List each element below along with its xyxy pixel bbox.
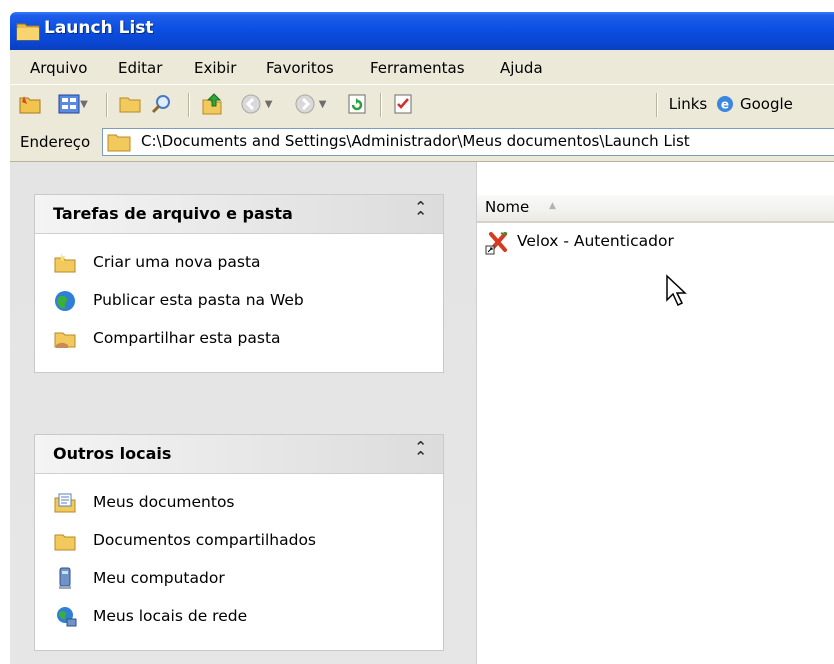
folder-icon [16, 23, 40, 41]
file-name: Velox - Autenticador [517, 232, 674, 250]
file-list[interactable]: Nome ▲ Velox - Autenticador [477, 162, 834, 664]
toolbar: ▼ ▼ ▼ Links e Google [10, 84, 834, 124]
chevron-down-icon: ▼ [315, 98, 327, 110]
forward-button[interactable]: ▼ [286, 92, 334, 116]
chevron-down-icon: ▼ [80, 98, 88, 110]
folder-icon [107, 134, 131, 152]
task-publish-web[interactable]: Publicar esta pasta na Web [35, 282, 443, 320]
menu-favoritos[interactable]: Favoritos [266, 59, 334, 77]
file-tasks-header[interactable]: Tarefas de arquivo e pasta ⌃ ⌃ [35, 195, 443, 234]
menu-editar[interactable]: Editar [118, 59, 162, 77]
address-path: C:\Documents and Settings\Administrador\… [141, 132, 690, 150]
column-label: Nome [485, 198, 530, 216]
toolbar-separator [380, 93, 382, 117]
chevron-down-icon: ▼ [261, 98, 273, 110]
google-text: Google [740, 95, 793, 113]
shared-folder-icon [54, 332, 76, 348]
documents-icon [54, 493, 76, 513]
links-text: Links [668, 95, 708, 113]
tasks-pane: Tarefas de arquivo e pasta ⌃ ⌃ Criar uma … [10, 162, 477, 664]
mouse-cursor-icon [666, 274, 687, 307]
shortcut-x-icon [485, 232, 508, 255]
new-folder-icon [54, 253, 76, 273]
toolbar-separator [656, 93, 658, 117]
other-places-header[interactable]: Outros locais ⌃ ⌃ [35, 435, 443, 474]
task-share-folder[interactable]: Compartilhar esta pasta [35, 320, 443, 358]
place-label: Documentos compartilhados [93, 531, 317, 549]
toolbar-separator [188, 93, 190, 117]
network-icon [57, 607, 77, 627]
task-new-folder[interactable]: Criar uma nova pasta [35, 244, 443, 282]
menu-bar: Arquivo Editar Exibir Favoritos Ferramen… [10, 50, 834, 85]
back-button[interactable]: ▼ [232, 92, 280, 116]
checklist-icon[interactable] [390, 92, 416, 116]
views-button[interactable]: ▼ [54, 92, 92, 116]
menu-arquivo[interactable]: Arquivo [30, 59, 87, 77]
column-header-name[interactable]: Nome ▲ [477, 195, 834, 223]
collapse-icon[interactable]: ⌃ ⌃ [414, 200, 427, 225]
links-label[interactable]: Links [666, 92, 710, 116]
menu-exibir[interactable]: Exibir [194, 59, 236, 77]
task-label: Criar uma nova pasta [93, 253, 261, 271]
place-my-computer[interactable]: Meu computador [35, 560, 443, 598]
collapse-icon[interactable]: ⌃ ⌃ [414, 440, 427, 465]
folder-options-icon[interactable] [16, 92, 44, 116]
up-folder-icon[interactable] [198, 92, 226, 116]
internet-explorer-icon: e [717, 96, 733, 112]
task-label: Compartilhar esta pasta [93, 329, 281, 347]
address-bar: Endereço C:\Documents and Settings\Admin… [10, 123, 834, 162]
title-bar[interactable]: Launch List [10, 12, 834, 50]
refresh-icon[interactable] [344, 92, 370, 116]
svg-text:e: e [721, 98, 729, 112]
place-label: Meus documentos [93, 493, 235, 511]
place-network[interactable]: Meus locais de rede [35, 598, 443, 636]
task-label: Publicar esta pasta na Web [93, 291, 304, 309]
window-title: Launch List [44, 18, 154, 38]
content-area: Tarefas de arquivo e pasta ⌃ ⌃ Criar uma … [10, 162, 834, 664]
panel-title: Outros locais [53, 444, 172, 463]
computer-icon [59, 567, 71, 589]
sort-up-icon: ▲ [549, 201, 556, 211]
place-my-documents[interactable]: Meus documentos [35, 484, 443, 522]
explorer-window: Launch List Arquivo Editar Exibir Favori… [10, 12, 834, 664]
toolbar-separator [106, 93, 108, 117]
address-label: Endereço [20, 133, 91, 151]
google-link[interactable]: e Google [714, 92, 814, 116]
place-label: Meus locais de rede [93, 607, 248, 625]
file-item[interactable]: Velox - Autenticador [485, 228, 745, 256]
menu-ajuda[interactable]: Ajuda [500, 59, 543, 77]
search-icon[interactable] [148, 92, 176, 116]
menu-ferramentas[interactable]: Ferramentas [370, 59, 465, 77]
panel-title: Tarefas de arquivo e pasta [53, 204, 293, 223]
other-places-panel: Outros locais ⌃ ⌃ Meus documentos Documen… [34, 434, 444, 651]
place-shared-documents[interactable]: Documentos compartilhados [35, 522, 443, 560]
file-tasks-panel: Tarefas de arquivo e pasta ⌃ ⌃ Criar uma … [34, 194, 444, 373]
folders-icon[interactable] [116, 92, 144, 116]
folder-icon [54, 534, 76, 551]
address-field[interactable]: C:\Documents and Settings\Administrador\… [102, 128, 834, 156]
place-label: Meu computador [93, 569, 225, 587]
globe-icon [55, 291, 75, 311]
